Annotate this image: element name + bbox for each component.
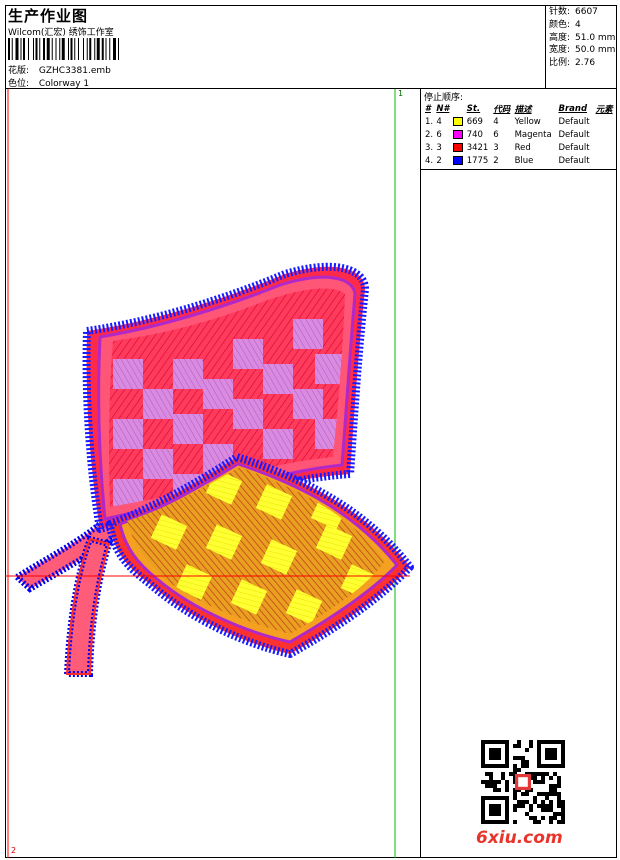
needle-number: 3: [436, 142, 442, 153]
design-label: 花版:: [8, 66, 30, 76]
col-header: N#: [436, 103, 450, 114]
element: [595, 141, 616, 154]
thread-description: Blue: [514, 155, 534, 166]
colorway-row: 色位: Colorway 1: [8, 76, 89, 89]
stat-colors: 颜色: 4: [549, 19, 614, 32]
stat-value: 6607: [575, 7, 598, 17]
stat-label: 高度:: [549, 32, 571, 43]
thread-brand: Default: [558, 116, 590, 127]
stop-sequence-label: 停止顺序:: [424, 93, 464, 103]
thread-table-header: # N# St. 代码 描述 Brand 元素: [424, 102, 616, 115]
stat-value: 51.0 mm: [575, 32, 616, 43]
stat-value: 50.0 mm: [575, 45, 616, 56]
design-name-row: 花版: GZHC3381.emb: [8, 63, 111, 76]
stat-label: 针数:: [549, 7, 571, 17]
stitch-count: 3421: [466, 142, 489, 153]
color-swatch-box: [453, 129, 464, 139]
stat-label: 颜色:: [549, 19, 571, 30]
marker-bottom: 2: [11, 846, 17, 855]
thread-description: Red: [514, 142, 531, 153]
color-swatch-box: [453, 116, 464, 126]
barcode: [8, 38, 119, 60]
thread-code: 2: [493, 155, 499, 166]
thread-brand: Default: [558, 142, 590, 153]
col-header: [452, 102, 465, 115]
stat-value: 2.76: [575, 58, 596, 69]
element: [595, 128, 616, 141]
design-canvas: 1 2: [5, 89, 420, 858]
watermark-logo: 6xiu.com: [476, 828, 563, 848]
thread-row: 3. 3 3421 3 Red Default: [424, 141, 616, 154]
stat-scale: 比例: 2.76: [549, 57, 614, 70]
row-index: 2.: [425, 129, 434, 140]
thread-brand: Default: [558, 155, 590, 166]
element: [595, 154, 616, 167]
colorway-value: Colorway 1: [38, 79, 90, 89]
thread-brand: Default: [558, 129, 590, 140]
colorway-label: 色位:: [8, 79, 30, 89]
stat-stitches: 针数: 6607: [549, 6, 614, 19]
qr-code: [481, 740, 565, 824]
thread-table: # N# St. 代码 描述 Brand 元素 1. 4 669 4 Yellow Def…: [424, 102, 616, 167]
stat-label: 宽度:: [549, 45, 571, 56]
col-header: 元素: [595, 104, 613, 115]
thread-code: 6: [493, 129, 499, 140]
row-index: 4.: [425, 155, 434, 166]
needle-number: 4: [436, 116, 442, 127]
col-header: #: [425, 103, 431, 114]
stat-width: 宽度: 50.0 mm: [549, 44, 616, 57]
sheet-title: 生产作业图: [8, 7, 89, 25]
col-header: Brand: [558, 103, 588, 114]
thread-row: 2. 6 740 6 Magenta Default: [424, 128, 616, 141]
col-header: 代码: [493, 104, 511, 115]
element: [595, 115, 616, 128]
marker-top: 1: [398, 89, 404, 98]
design-value: GZHC3381.emb: [38, 66, 111, 76]
color-swatch-box: [453, 155, 464, 165]
stitch-count: 740: [466, 129, 483, 140]
stop-sequence: 停止顺序: # N# St. 代码 描述 Brand 元素 1. 4 669 4 Yel…: [421, 89, 617, 170]
row-index: 1.: [425, 116, 434, 127]
stat-label: 比例:: [549, 58, 571, 69]
color-swatch: [452, 128, 465, 141]
needle-number: 2: [436, 155, 442, 166]
thread-code: 4: [493, 116, 499, 127]
thread-description: Magenta: [514, 129, 552, 140]
stitch-count: 1775: [466, 155, 489, 166]
design-stats: 针数: 6607 颜色: 4 高度: 51.0 mm 宽度: 50.0 mm 比例: 2.…: [545, 5, 617, 89]
stitch-count: 669: [466, 116, 483, 127]
stat-height: 高度: 51.0 mm: [549, 32, 616, 45]
row-index: 3.: [425, 142, 434, 153]
thread-row: 1. 4 669 4 Yellow Default: [424, 115, 616, 128]
col-header: 描述: [514, 104, 532, 115]
company-name: Wilcom(汇宏) 绣饰工作室: [8, 28, 114, 38]
embroidery-design: [5, 89, 414, 858]
thread-row: 4. 2 1775 2 Blue Default: [424, 154, 616, 167]
color-swatch: [452, 154, 465, 167]
needle-number: 6: [436, 129, 442, 140]
color-swatch: [452, 141, 465, 154]
color-swatch: [452, 115, 465, 128]
stat-value: 4: [575, 19, 581, 30]
color-swatch-box: [453, 142, 464, 152]
thread-description: Yellow: [514, 116, 541, 127]
col-header: St.: [466, 103, 481, 114]
thread-code: 3: [493, 142, 499, 153]
flag-pole: [12, 515, 131, 677]
header: 生产作业图 Wilcom(汇宏) 绣饰工作室 花版: GZHC3381.emb …: [5, 5, 617, 89]
